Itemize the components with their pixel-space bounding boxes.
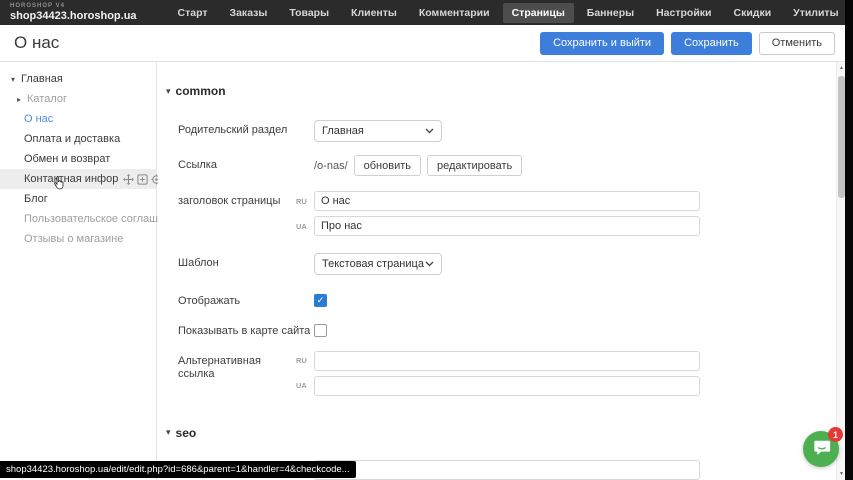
select-value: Главная (322, 125, 364, 137)
nav-utilities[interactable]: Утилиты (784, 3, 847, 23)
sitemap-checkbox[interactable] (314, 324, 327, 337)
html-title-ru-input[interactable] (314, 460, 700, 480)
field-template: Шаблон Текстовая страница (178, 253, 837, 275)
lang-ru-badge: RU (296, 197, 314, 206)
pages-tree-sidebar: ▾ Главная ▸ Каталог О нас Оплата и доста… (0, 62, 157, 480)
lang-ua-badge: UA (296, 381, 314, 390)
lang-ua-badge: UA (296, 222, 314, 231)
brand-logo[interactable]: HOROSHOP V4 shop34423.horoshop.ua (0, 3, 147, 22)
field-label: Родительский раздел (178, 120, 314, 138)
brand-version: HOROSHOP V4 (10, 3, 137, 9)
lang-inputs: RU UA (296, 191, 700, 236)
field-label: заголовок страницы (178, 191, 296, 209)
template-select[interactable]: Текстовая страница (314, 253, 442, 275)
nav-pages[interactable]: Страницы (503, 3, 574, 23)
alt-link-ru-input[interactable] (314, 351, 700, 371)
field-label: Показывать в карте сайта (178, 321, 314, 339)
parent-section-select[interactable]: Главная (314, 120, 442, 142)
sidebar-item-katalog[interactable]: ▸ Каталог (0, 89, 156, 109)
sidebar-item-blog[interactable]: Блог (0, 189, 156, 209)
sidebar-item-label: Оплата и доставка (24, 133, 120, 145)
chat-bubble-icon (811, 437, 831, 462)
app-window: HOROSHOP V4 shop34423.horoshop.ua Старт … (0, 0, 853, 480)
save-button[interactable]: Сохранить (671, 32, 752, 55)
lang-inputs: RU UA (296, 460, 700, 480)
field-sitemap: Показывать в карте сайта (178, 321, 837, 339)
scrollbar-thumb[interactable] (838, 76, 845, 198)
section-title: seo (176, 426, 197, 440)
sidebar-item-label: Обмен и возврат (24, 153, 110, 165)
lang-ru-badge: RU (296, 356, 314, 365)
mouse-cursor (53, 176, 66, 193)
nav-discounts[interactable]: Скидки (725, 3, 781, 23)
letterbox-strip (845, 0, 853, 480)
page-title: О нас (14, 33, 59, 53)
section-common-header[interactable]: ▾ common (166, 84, 837, 98)
link-group: /o-nas/ обновить редактировать (314, 155, 522, 176)
save-and-exit-button[interactable]: Сохранить и выйти (540, 32, 664, 55)
alt-link-ua-input[interactable] (314, 376, 700, 396)
display-checkbox[interactable]: ✓ (314, 294, 327, 307)
field-parent-section: Родительский раздел Главная (178, 120, 837, 142)
lang-inputs: RU UA (296, 351, 700, 396)
sidebar-item-label: Контактная инфор (24, 173, 118, 185)
sidebar-item-label: Отзывы о магазине (24, 233, 123, 245)
sidebar-item-kontaktnaya[interactable]: Контактная инфор (0, 169, 156, 189)
nav-orders[interactable]: Заказы (221, 3, 277, 23)
link-status-bar: shop34423.horoshop.ua/edit/edit.php?id=6… (0, 461, 356, 478)
nav-settings[interactable]: Настройки (647, 3, 720, 23)
nav-banners[interactable]: Баннеры (578, 3, 643, 23)
nav-products[interactable]: Товары (280, 3, 338, 23)
link-path: /o-nas/ (314, 160, 348, 172)
sidebar-item-glavnaya[interactable]: ▾ Главная (0, 69, 156, 89)
vertical-scrollbar[interactable]: ▲ ▼ (836, 62, 845, 480)
cancel-button[interactable]: Отменить (759, 32, 835, 55)
sidebar-item-label: О нас (24, 113, 53, 125)
field-label: Ссылка (178, 155, 314, 173)
page-edit-form: ▾ common Родительский раздел Главная Ссы… (158, 62, 837, 480)
chevron-down-icon[interactable]: ▾ (8, 75, 18, 84)
field-label: Шаблон (178, 253, 314, 271)
sidebar-item-label: Блог (24, 193, 48, 205)
edit-link-button[interactable]: редактировать (427, 155, 522, 176)
field-alt-link: Альтернативная ссылка RU UA (178, 351, 837, 396)
sidebar-item-oplata[interactable]: Оплата и доставка (0, 129, 156, 149)
chevron-down-icon: ▾ (166, 427, 171, 438)
chevron-right-icon[interactable]: ▸ (14, 95, 24, 104)
field-link: Ссылка /o-nas/ обновить редактировать (178, 155, 837, 176)
header-buttons: Сохранить и выйти Сохранить Отменить (540, 32, 839, 55)
field-display: Отображать ✓ (178, 291, 837, 309)
field-page-title: заголовок страницы RU UA (178, 191, 837, 236)
sidebar-item-label: Главная (21, 73, 63, 85)
add-page-icon[interactable] (137, 174, 148, 185)
chevron-down-icon (425, 128, 434, 134)
chevron-down-icon (425, 261, 434, 267)
top-navigation: Старт Заказы Товары Клиенты Комментарии … (169, 3, 853, 23)
page-header: О нас Сохранить и выйти Сохранить Отмени… (0, 25, 853, 62)
brand-domain: shop34423.horoshop.ua (10, 11, 137, 22)
sidebar-item-otzyvy[interactable]: Отзывы о магазине (0, 229, 156, 249)
sidebar-item-soglashenie[interactable]: Пользовательское соглашение (0, 209, 156, 229)
sidebar-item-obmen[interactable]: Обмен и возврат (0, 149, 156, 169)
move-icon[interactable] (123, 174, 134, 185)
section-seo-header[interactable]: ▾ seo (166, 426, 837, 440)
chat-widget-button[interactable]: 1 (803, 431, 839, 467)
nav-clients[interactable]: Клиенты (342, 3, 406, 23)
page-title-ua-input[interactable] (314, 216, 700, 236)
page-title-ru-input[interactable] (314, 191, 700, 211)
field-label: Отображать (178, 291, 314, 309)
select-value: Текстовая страница (322, 258, 424, 270)
section-title: common (176, 84, 226, 98)
field-label: Альтернативная ссылка (178, 351, 296, 383)
refresh-link-button[interactable]: обновить (354, 155, 421, 176)
chat-unread-badge: 1 (828, 427, 843, 442)
nav-comments[interactable]: Комментарии (410, 3, 499, 23)
sidebar-item-o-nas[interactable]: О нас (0, 109, 156, 129)
nav-start[interactable]: Старт (169, 3, 217, 23)
sidebar-item-label: Каталог (27, 93, 67, 105)
chevron-down-icon: ▾ (166, 86, 171, 97)
topbar: HOROSHOP V4 shop34423.horoshop.ua Старт … (0, 0, 853, 25)
